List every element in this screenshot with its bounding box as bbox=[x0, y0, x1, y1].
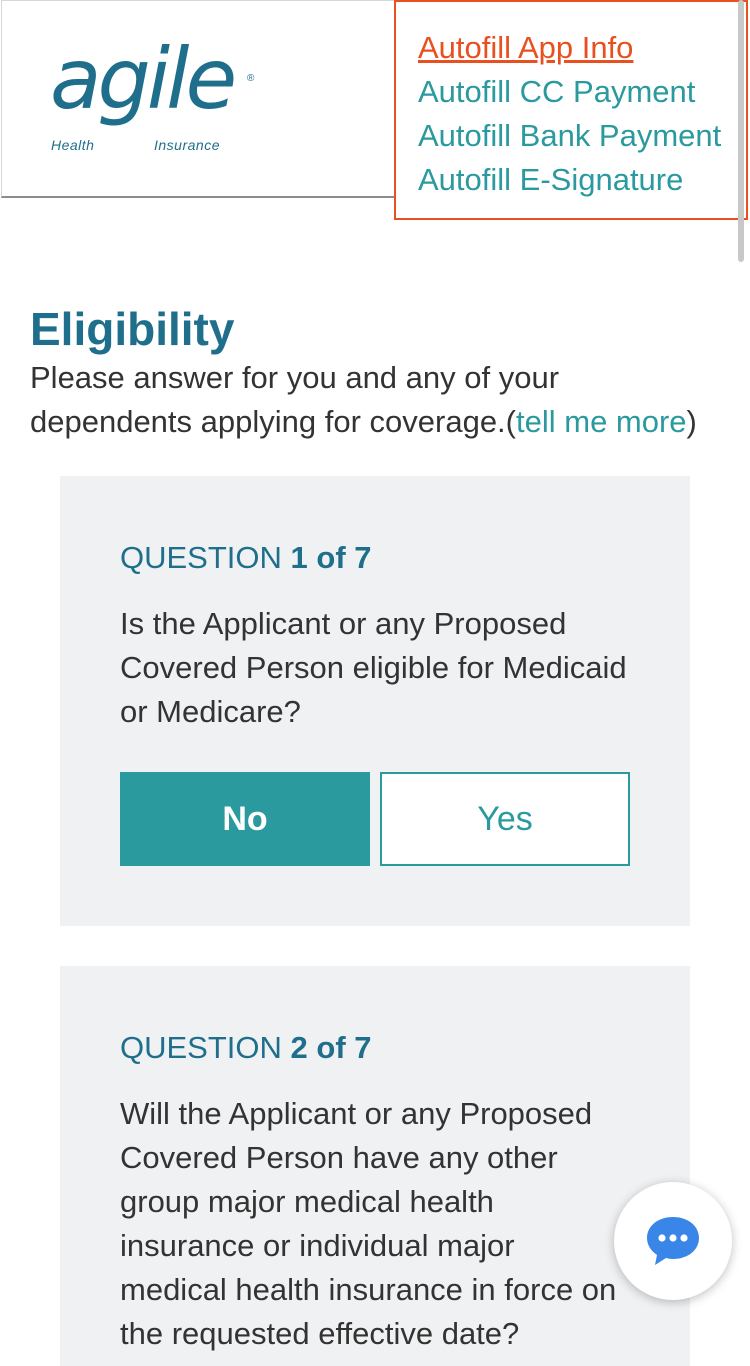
question-prefix: QUESTION bbox=[120, 1030, 282, 1065]
chat-bubble-icon bbox=[647, 1217, 699, 1265]
autofill-cc-payment-link[interactable]: Autofill CC Payment bbox=[418, 70, 746, 114]
question-number: 1 of 7 bbox=[290, 540, 372, 575]
question-number: 2 of 7 bbox=[290, 1030, 372, 1065]
autofill-e-signature-link[interactable]: Autofill E-Signature bbox=[418, 158, 746, 202]
question-label: QUESTION 2 of 7 bbox=[120, 1028, 372, 1068]
logo-container: agile ® Health Insurance bbox=[1, 0, 398, 198]
logo-wordmark: agile bbox=[50, 30, 237, 128]
question-text: Is the Applicant or any Proposed Covered… bbox=[120, 606, 627, 729]
answer-no-button[interactable]: No bbox=[120, 772, 370, 866]
header: agile ® Health Insurance Autofill App In… bbox=[0, 0, 750, 262]
question-card-1: QUESTION 1 of 7 Is the Applicant or any … bbox=[60, 476, 690, 926]
panel-scrollbar[interactable] bbox=[738, 0, 744, 262]
autofill-panel: Autofill App Info Autofill CC Payment Au… bbox=[394, 0, 748, 220]
logo-subtitle-health: Health bbox=[51, 137, 95, 153]
tell-me-more-link[interactable]: tell me more bbox=[516, 404, 687, 439]
registered-mark: ® bbox=[247, 73, 255, 84]
intro-text: Please answer for you and any of your de… bbox=[30, 356, 720, 444]
page-title: Eligibility bbox=[30, 303, 235, 355]
answer-yes-button[interactable]: Yes bbox=[380, 772, 630, 866]
autofill-bank-payment-link[interactable]: Autofill Bank Payment bbox=[418, 114, 746, 158]
logo-subtitle-insurance: Insurance bbox=[154, 137, 220, 153]
question-card-2: QUESTION 2 of 7 Will the Applicant or an… bbox=[60, 966, 690, 1366]
agile-logo[interactable]: agile ® Health Insurance bbox=[50, 37, 270, 159]
question-prefix: QUESTION bbox=[120, 540, 282, 575]
question-label: QUESTION 1 of 7 bbox=[120, 538, 372, 578]
intro-close-paren: ) bbox=[686, 404, 697, 439]
chat-button[interactable] bbox=[614, 1182, 732, 1300]
intro-body: Please answer for you and any of your de… bbox=[30, 360, 560, 439]
autofill-app-info-link[interactable]: Autofill App Info bbox=[418, 26, 746, 70]
question-text: Will the Applicant or any Proposed Cover… bbox=[120, 1096, 617, 1351]
